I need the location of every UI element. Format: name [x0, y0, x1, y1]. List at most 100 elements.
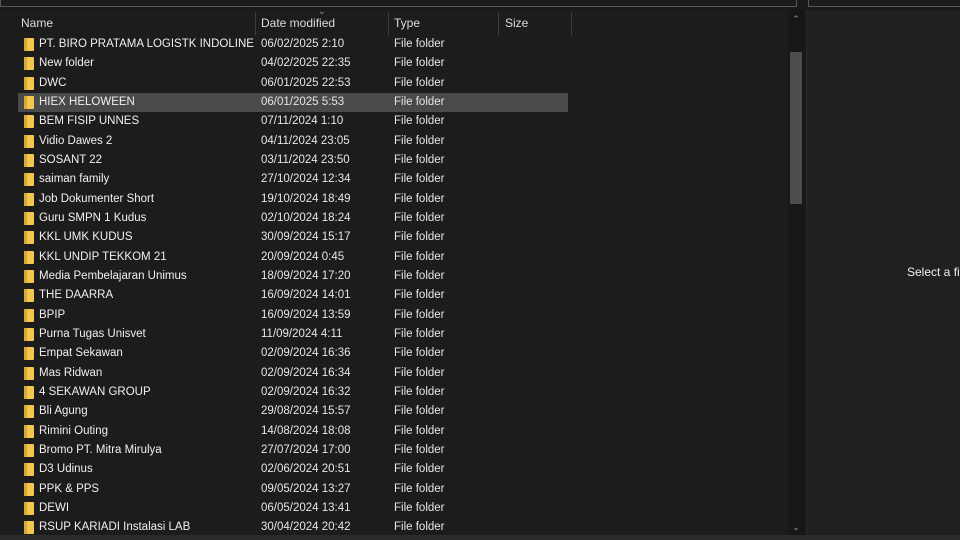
- folder-row[interactable]: Media Pembelajaran Unimus 18/09/2024 17:2…: [18, 267, 568, 286]
- search-box[interactable]: [808, 0, 960, 7]
- folder-name: KKL UMK KUDUS: [39, 231, 133, 244]
- item-type: File folder: [394, 327, 445, 340]
- item-type: File folder: [394, 192, 445, 205]
- date-modified: 27/10/2024 12:34: [261, 173, 351, 186]
- folder-row[interactable]: D3 Udinus 02/06/2024 20:51 File folder: [18, 460, 568, 479]
- folder-icon: [24, 424, 34, 438]
- folder-name: 4 SEKAWAN GROUP: [39, 385, 151, 398]
- folder-row[interactable]: KKL UNDIP TEKKOM 21 20/09/2024 0:45 File f…: [18, 248, 568, 267]
- folder-row[interactable]: BPIP 16/09/2024 13:59 File folder: [18, 306, 568, 325]
- folder-row[interactable]: Job Dokumenter Short 19/10/2024 18:49 File…: [18, 190, 568, 209]
- folder-icon: [24, 95, 34, 109]
- item-type: File folder: [394, 173, 445, 186]
- date-modified: 04/02/2025 22:35: [261, 57, 351, 70]
- folder-icon: [24, 211, 34, 225]
- item-type: File folder: [394, 250, 445, 263]
- date-modified: 02/09/2024 16:34: [261, 366, 351, 379]
- date-modified: 07/11/2024 1:10: [261, 115, 344, 128]
- date-modified: 16/09/2024 13:59: [261, 308, 351, 321]
- folder-icon: [24, 347, 34, 361]
- item-type: File folder: [394, 443, 445, 456]
- folder-icon: [24, 173, 34, 187]
- folder-row[interactable]: Purna Tugas Unisvet 11/09/2024 4:11 File f…: [18, 325, 568, 344]
- date-modified: 16/09/2024 14:01: [261, 289, 351, 302]
- vertical-scrollbar[interactable]: ⌃ ⌄: [788, 10, 804, 535]
- folder-row[interactable]: BEM FISIP UNNES 07/11/2024 1:10 File folde…: [18, 112, 568, 131]
- folder-name: Mas Ridwan: [39, 366, 103, 379]
- folder-name: PPK & PPS: [39, 482, 100, 495]
- item-type: File folder: [394, 385, 445, 398]
- folder-row[interactable]: Mas Ridwan 02/09/2024 16:34 File folder: [18, 364, 568, 383]
- status-bar: [0, 535, 960, 540]
- item-type: File folder: [394, 366, 445, 379]
- folder-name: DEWI: [39, 501, 70, 514]
- date-modified: 29/08/2024 15:57: [261, 405, 351, 418]
- date-modified: 02/09/2024 16:32: [261, 385, 351, 398]
- date-modified: 20/09/2024 0:45: [261, 250, 345, 263]
- column-divider[interactable]: [388, 12, 389, 36]
- folder-icon: [24, 405, 34, 419]
- folder-row[interactable]: Vidio Dawes 2 04/11/2024 23:05 File folder: [18, 132, 568, 151]
- folder-row[interactable]: 4 SEKAWAN GROUP 02/09/2024 16:32 File fold…: [18, 383, 568, 402]
- item-type: File folder: [394, 95, 445, 108]
- folder-name: Rimini Outing: [39, 424, 109, 437]
- folder-icon: [24, 57, 34, 71]
- folder-icon: [24, 134, 34, 148]
- scroll-up-icon[interactable]: ⌃: [788, 14, 804, 25]
- folder-row[interactable]: Guru SMPN 1 Kudus 02/10/2024 18:24 File fo…: [18, 209, 568, 228]
- date-modified: 02/09/2024 16:36: [261, 347, 351, 360]
- column-divider[interactable]: [571, 12, 572, 36]
- address-bar[interactable]: [0, 0, 797, 7]
- folder-row[interactable]: DWC 06/01/2025 22:53 File folder: [18, 74, 568, 93]
- folder-row[interactable]: DEWI 06/05/2024 13:41 File folder: [18, 499, 568, 518]
- date-modified: 02/10/2024 18:24: [261, 211, 351, 224]
- column-size[interactable]: Size: [505, 12, 528, 34]
- folder-icon: [24, 153, 34, 167]
- folder-icon: [24, 385, 34, 399]
- folder-icon: [24, 327, 34, 341]
- folder-icon: [24, 308, 34, 322]
- item-type: File folder: [394, 463, 445, 476]
- column-date-modified[interactable]: Date modified: [261, 12, 335, 34]
- folder-row[interactable]: KKL UMK KUDUS 30/09/2024 15:17 File folder: [18, 228, 568, 247]
- folder-name: Bli Agung: [39, 405, 88, 418]
- folder-row[interactable]: HIEX HELOWEEN 06/01/2025 5:53 File folder: [18, 92, 568, 112]
- scrollbar-thumb[interactable]: [790, 52, 802, 204]
- item-type: File folder: [394, 424, 445, 437]
- folder-row[interactable]: SOSANT 22 03/11/2024 23:50 File folder: [18, 151, 568, 170]
- date-modified: 02/06/2024 20:51: [261, 463, 351, 476]
- folder-row[interactable]: saiman family 27/10/2024 12:34 File folder: [18, 170, 568, 189]
- folder-row[interactable]: Bromo PT. Mitra Mirulya 27/07/2024 17:00 F…: [18, 441, 568, 460]
- folder-row[interactable]: THE DAARRA 16/09/2024 14:01 File folder: [18, 286, 568, 305]
- column-divider[interactable]: [255, 12, 256, 36]
- date-modified: 06/02/2025 2:10: [261, 38, 345, 50]
- folder-name: PT. BIRO PRATAMA LOGISTK INDOLINE: [39, 38, 254, 50]
- folder-row[interactable]: PT. BIRO PRATAMA LOGISTK INDOLINE 06/02/2…: [18, 35, 568, 54]
- item-type: File folder: [394, 501, 445, 514]
- folder-name: Vidio Dawes 2: [39, 134, 113, 147]
- column-header: Name ⌄ Date modified Type Size: [0, 6, 788, 36]
- folder-name: Empat Sekawan: [39, 347, 123, 360]
- folder-row[interactable]: Empat Sekawan 02/09/2024 16:36 File folder: [18, 344, 568, 363]
- date-modified: 19/10/2024 18:49: [261, 192, 351, 205]
- date-modified: 06/05/2024 13:41: [261, 501, 351, 514]
- date-modified: 04/11/2024 23:05: [261, 134, 350, 147]
- date-modified: 18/09/2024 17:20: [261, 269, 351, 282]
- preview-pane: Select a file: [806, 10, 960, 535]
- date-modified: 30/09/2024 15:17: [261, 231, 351, 244]
- date-modified: 14/08/2024 18:08: [261, 424, 351, 437]
- folder-icon: [24, 269, 34, 283]
- folder-name: Job Dokumenter Short: [39, 192, 155, 205]
- folder-row[interactable]: PPK & PPS 09/05/2024 13:27 File folder: [18, 480, 568, 499]
- preview-message: Select a file: [907, 265, 960, 279]
- folder-name: Bromo PT. Mitra Mirulya: [39, 443, 162, 456]
- column-name[interactable]: Name: [21, 12, 53, 34]
- column-divider[interactable]: [498, 12, 499, 36]
- folder-row[interactable]: Bli Agung 29/08/2024 15:57 File folder: [18, 402, 568, 421]
- folder-icon: [24, 366, 34, 380]
- folder-row[interactable]: Rimini Outing 14/08/2024 18:08 File folder: [18, 422, 568, 441]
- folder-row[interactable]: New folder 04/02/2025 22:35 File folder: [18, 54, 568, 73]
- column-type[interactable]: Type: [394, 12, 420, 34]
- scroll-down-icon[interactable]: ⌄: [788, 522, 804, 533]
- date-modified: 06/01/2025 22:53: [261, 76, 351, 89]
